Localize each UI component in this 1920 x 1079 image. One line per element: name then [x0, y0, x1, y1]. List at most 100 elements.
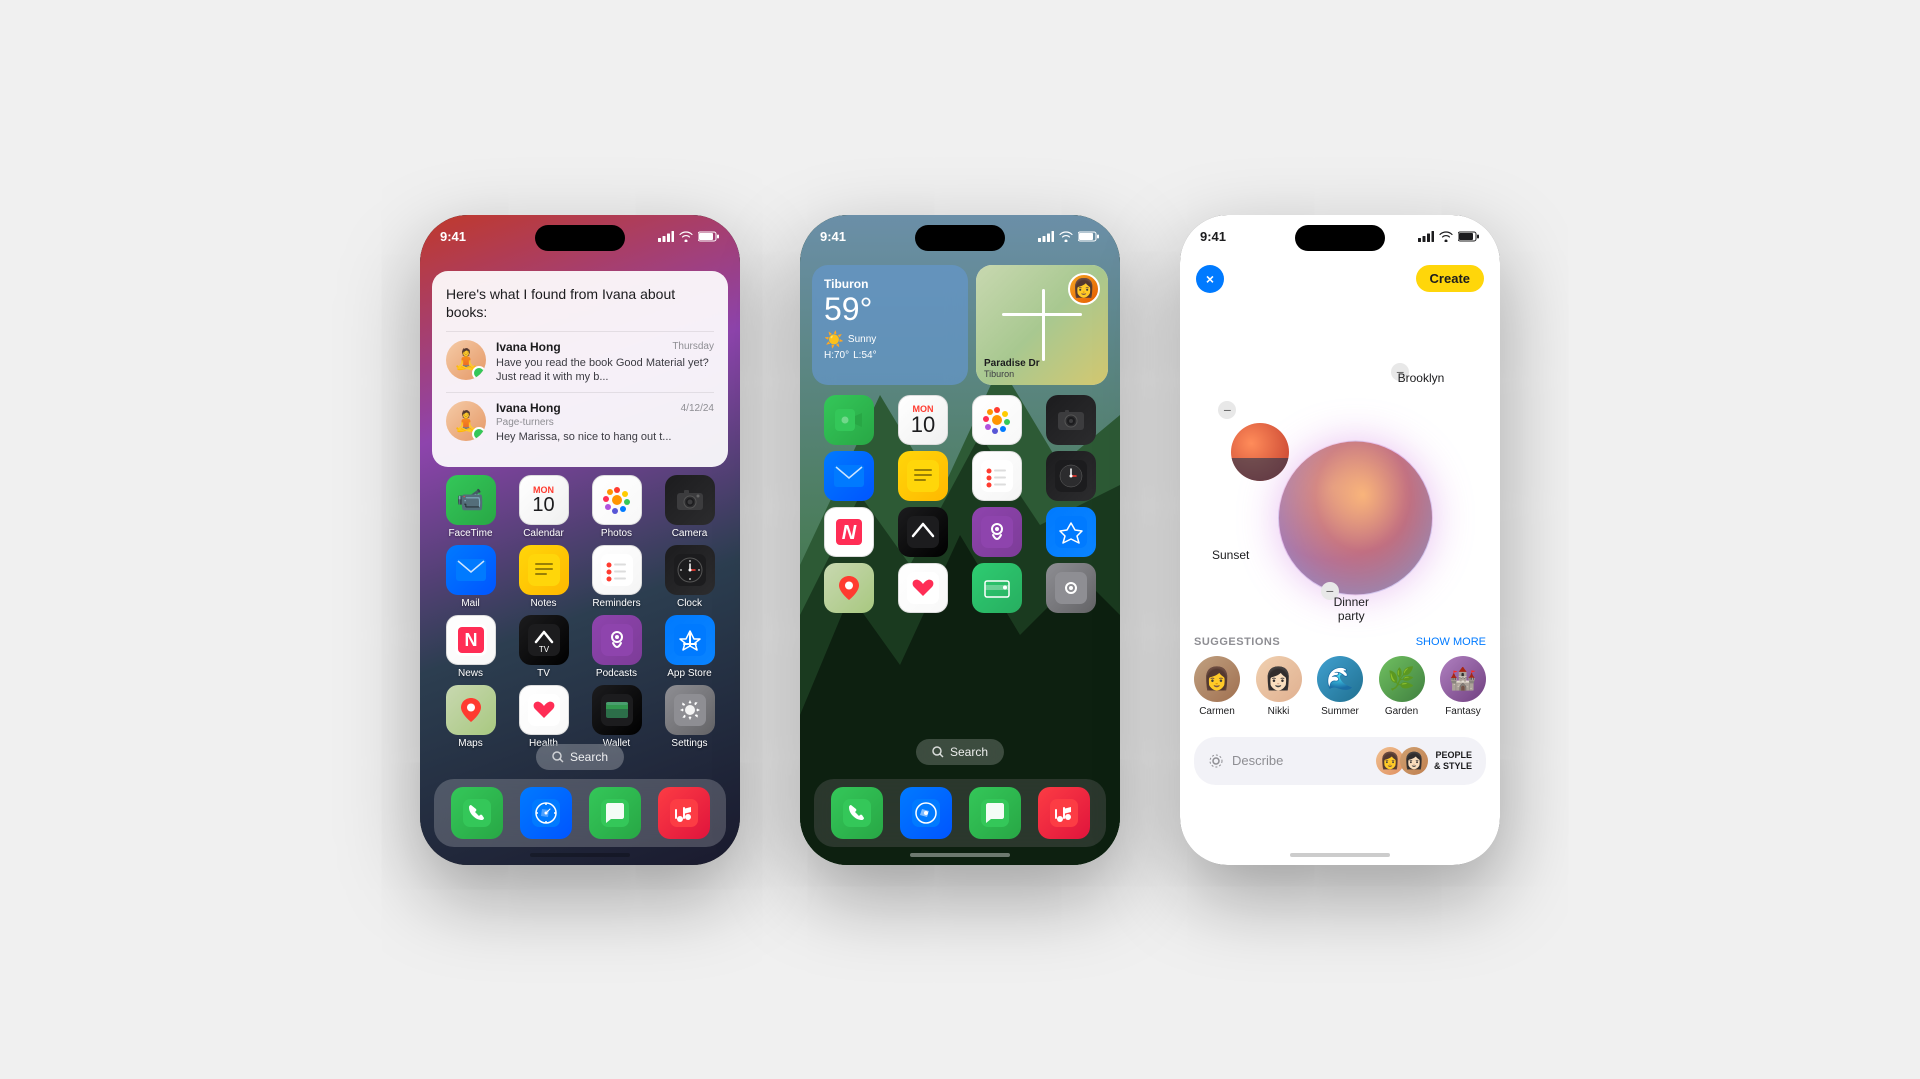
- describe-bar[interactable]: Describe 👩 👩🏻 PEOPLE & STYLE: [1194, 737, 1486, 785]
- app-row-3: N News TV TV Podcasts: [434, 615, 726, 679]
- photos-icon: [592, 475, 642, 525]
- app-wallet[interactable]: Wallet: [587, 685, 647, 749]
- suggestion-fantasy[interactable]: 🏰 Fantasy: [1440, 656, 1486, 717]
- suggestion-summer[interactable]: 🌊 Summer: [1317, 656, 1363, 717]
- p2-appstore-icon: [1046, 507, 1096, 557]
- time-2: 9:41: [820, 229, 846, 244]
- minus-btn-sunset[interactable]: −: [1218, 401, 1236, 419]
- app-facetime[interactable]: 📹 FaceTime: [441, 475, 501, 539]
- playground-header: × Create: [1180, 265, 1500, 293]
- p2-facetime[interactable]: [819, 395, 879, 445]
- create-button[interactable]: Create: [1416, 265, 1484, 292]
- notes-label: Notes: [530, 598, 556, 609]
- dock-1: [434, 779, 726, 847]
- dock-safari[interactable]: [520, 787, 572, 839]
- maps-widget[interactable]: 👩 Paradise Dr Tiburon: [976, 265, 1108, 385]
- message-name-2: Ivana Hong: [496, 401, 561, 415]
- app-grid-2: MON 10: [812, 395, 1108, 617]
- show-more-btn[interactable]: SHOW MORE: [1416, 636, 1486, 648]
- p2-dock-messages[interactable]: [969, 787, 1021, 839]
- p2-dock-safari[interactable]: [900, 787, 952, 839]
- dock-phone[interactable]: [451, 787, 503, 839]
- message-item-1[interactable]: 🧘 Ivana Hong Thursday Have you read the …: [446, 331, 714, 393]
- p2-podcasts[interactable]: [967, 507, 1027, 557]
- p2-maps[interactable]: [819, 563, 879, 613]
- app-appstore[interactable]: App Store: [660, 615, 720, 679]
- p2-calendar[interactable]: MON 10: [893, 395, 953, 445]
- p2-news[interactable]: N: [819, 507, 879, 557]
- time-3: 9:41: [1200, 229, 1226, 244]
- p2-photos[interactable]: [967, 395, 1027, 445]
- search-bar-1[interactable]: Search: [536, 744, 624, 770]
- app-settings[interactable]: Settings: [660, 685, 720, 749]
- app-tv[interactable]: TV TV: [514, 615, 574, 679]
- p2-dock-music[interactable]: [1038, 787, 1090, 839]
- app-maps[interactable]: Maps: [441, 685, 501, 749]
- search-bar-2[interactable]: Search: [916, 739, 1004, 765]
- svg-text:TV: TV: [538, 645, 549, 654]
- p2-reminders[interactable]: [967, 451, 1027, 501]
- dock-messages[interactable]: [589, 787, 641, 839]
- p2-settings[interactable]: [1041, 563, 1101, 613]
- dock-music[interactable]: [658, 787, 710, 839]
- siri-header: Here's what I found from Ivana about boo…: [446, 285, 714, 321]
- message-item-2[interactable]: 🧘 Ivana Hong 4/12/24 Page-turners Hey Ma…: [446, 392, 714, 452]
- signal-icon: [658, 231, 674, 242]
- weather-widget[interactable]: Tiburon 59° ☀️ Sunny H:70° L:54°: [812, 265, 968, 385]
- suggestions-header: SUGGESTIONS SHOW MORE: [1194, 636, 1486, 648]
- app-news[interactable]: N News: [441, 615, 501, 679]
- p2-clock[interactable]: [1041, 451, 1101, 501]
- weather-condition: Sunny: [848, 334, 876, 345]
- app-reminders[interactable]: Reminders: [587, 545, 647, 609]
- maps-icon: [446, 685, 496, 735]
- app-mail[interactable]: Mail: [441, 545, 501, 609]
- suggestion-garden[interactable]: 🌿 Garden: [1379, 656, 1425, 717]
- suggestions-section: SUGGESTIONS SHOW MORE 👩 Carmen 👩🏻 Nikki: [1180, 636, 1500, 717]
- p2-dock-phone[interactable]: [831, 787, 883, 839]
- p2-notes[interactable]: [893, 451, 953, 501]
- app-grid-1: 📹 FaceTime MON 10 Calendar: [420, 475, 740, 753]
- p2-mail[interactable]: [819, 451, 879, 501]
- message-date-2: 4/12/24: [681, 403, 714, 414]
- widget-row: Tiburon 59° ☀️ Sunny H:70° L:54°: [812, 265, 1108, 385]
- message-name-1: Ivana Hong: [496, 340, 561, 354]
- phone-3: 9:41: [1180, 215, 1500, 865]
- app-notes[interactable]: Notes: [514, 545, 574, 609]
- weather-range: H:70° L:54°: [824, 350, 956, 361]
- app-health[interactable]: Health: [514, 685, 574, 749]
- weather-sun-icon: ☀️: [824, 330, 844, 350]
- garden-label: Garden: [1385, 706, 1418, 717]
- close-button[interactable]: ×: [1196, 265, 1224, 293]
- wallet-icon: [592, 685, 642, 735]
- message-header-1: Ivana Hong Thursday: [496, 340, 714, 354]
- dynamic-island-2: [915, 225, 1005, 251]
- app-calendar[interactable]: MON 10 Calendar: [514, 475, 574, 539]
- app-clock[interactable]: Clock: [660, 545, 720, 609]
- signal-icon-2: [1038, 231, 1054, 242]
- p2-notes-icon: [898, 451, 948, 501]
- p2-app-row-3: N: [812, 507, 1108, 557]
- dynamic-island-1: [535, 225, 625, 251]
- app-podcasts[interactable]: Podcasts: [587, 615, 647, 679]
- suggestion-carmen[interactable]: 👩 Carmen: [1194, 656, 1240, 717]
- summer-label: Summer: [1321, 706, 1359, 717]
- gear-icon: [1208, 753, 1224, 769]
- suggestion-nikki[interactable]: 👩🏻 Nikki: [1256, 656, 1302, 717]
- app-camera[interactable]: Camera: [660, 475, 720, 539]
- p2-appletv[interactable]: [893, 507, 953, 557]
- settings-icon: [665, 685, 715, 735]
- signal-icon-3: [1418, 231, 1434, 242]
- p2-appstore[interactable]: [1041, 507, 1101, 557]
- p2-wallet[interactable]: [967, 563, 1027, 613]
- p2-camera-icon: [1046, 395, 1096, 445]
- news-icon: N: [446, 615, 496, 665]
- message-preview-1: Have you read the book Good Material yet…: [496, 356, 714, 385]
- app-photos[interactable]: Photos: [587, 475, 647, 539]
- notes-icon: [519, 545, 569, 595]
- battery-icon: [698, 231, 720, 242]
- search-icon-2: [932, 746, 944, 758]
- p2-news-icon: N: [824, 507, 874, 557]
- p2-app-row-2: [812, 451, 1108, 501]
- p2-health[interactable]: [893, 563, 953, 613]
- p2-camera[interactable]: [1041, 395, 1101, 445]
